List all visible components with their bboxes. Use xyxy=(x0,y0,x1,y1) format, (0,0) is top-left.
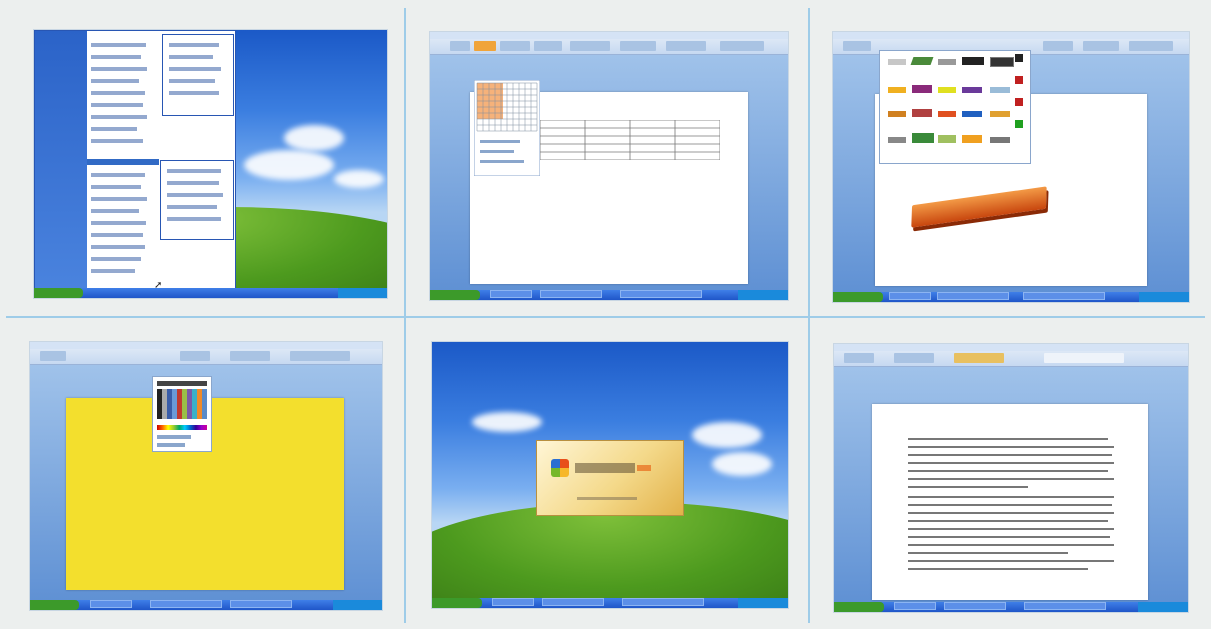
taskbar-item[interactable] xyxy=(150,600,222,608)
taskbar-item[interactable] xyxy=(490,290,532,298)
document-page[interactable] xyxy=(872,404,1148,600)
taskbar-item[interactable] xyxy=(944,602,1006,610)
screenshot-collage: ➚ xyxy=(0,0,1211,629)
panel-start-menu: ➚ xyxy=(34,30,387,298)
office-logo-icon xyxy=(551,459,569,477)
system-tray xyxy=(337,288,387,298)
submenu-office[interactable] xyxy=(160,160,234,240)
system-tray xyxy=(332,600,382,610)
menu-item-selected[interactable] xyxy=(87,159,159,165)
taskbar-item[interactable] xyxy=(1023,292,1105,300)
taskbar-item[interactable] xyxy=(620,290,702,298)
start-button[interactable] xyxy=(834,602,884,612)
system-tray xyxy=(1138,602,1188,612)
panel-office-splash xyxy=(432,342,788,608)
taskbar-item[interactable] xyxy=(894,602,936,610)
inserted-table[interactable] xyxy=(540,120,720,160)
system-tray xyxy=(738,598,788,608)
start-button[interactable] xyxy=(34,288,84,298)
ribbon[interactable] xyxy=(834,344,1188,367)
panel-insert-table xyxy=(430,32,788,300)
taskbar-item[interactable] xyxy=(90,600,132,608)
table-grid-picker[interactable] xyxy=(474,80,540,176)
start-button[interactable] xyxy=(432,598,482,608)
taskbar-item[interactable] xyxy=(622,598,704,606)
panel-page-color xyxy=(30,342,382,610)
taskbar-item[interactable] xyxy=(230,600,292,608)
wordart-gallery[interactable] xyxy=(879,50,1031,164)
color-swatches[interactable] xyxy=(1015,54,1025,144)
start-button[interactable] xyxy=(30,600,80,610)
taskbar-item[interactable] xyxy=(937,292,1009,300)
color-palette[interactable] xyxy=(152,376,212,452)
taskbar-item[interactable] xyxy=(889,292,931,300)
system-tray xyxy=(1139,292,1189,302)
panel-wordart xyxy=(833,32,1189,302)
ribbon[interactable] xyxy=(430,32,788,55)
start-button[interactable] xyxy=(430,290,481,300)
taskbar-item[interactable] xyxy=(492,598,534,606)
panel-document-text xyxy=(834,344,1188,612)
divider-horizontal xyxy=(6,316,1205,318)
taskbar-item[interactable] xyxy=(1024,602,1106,610)
taskbar-item[interactable] xyxy=(540,290,602,298)
submenu-programs[interactable] xyxy=(162,34,234,116)
ribbon[interactable] xyxy=(30,342,382,365)
system-tray xyxy=(737,290,788,300)
taskbar-item[interactable] xyxy=(542,598,604,606)
start-button[interactable] xyxy=(833,292,883,302)
office-splash-window xyxy=(536,440,684,516)
